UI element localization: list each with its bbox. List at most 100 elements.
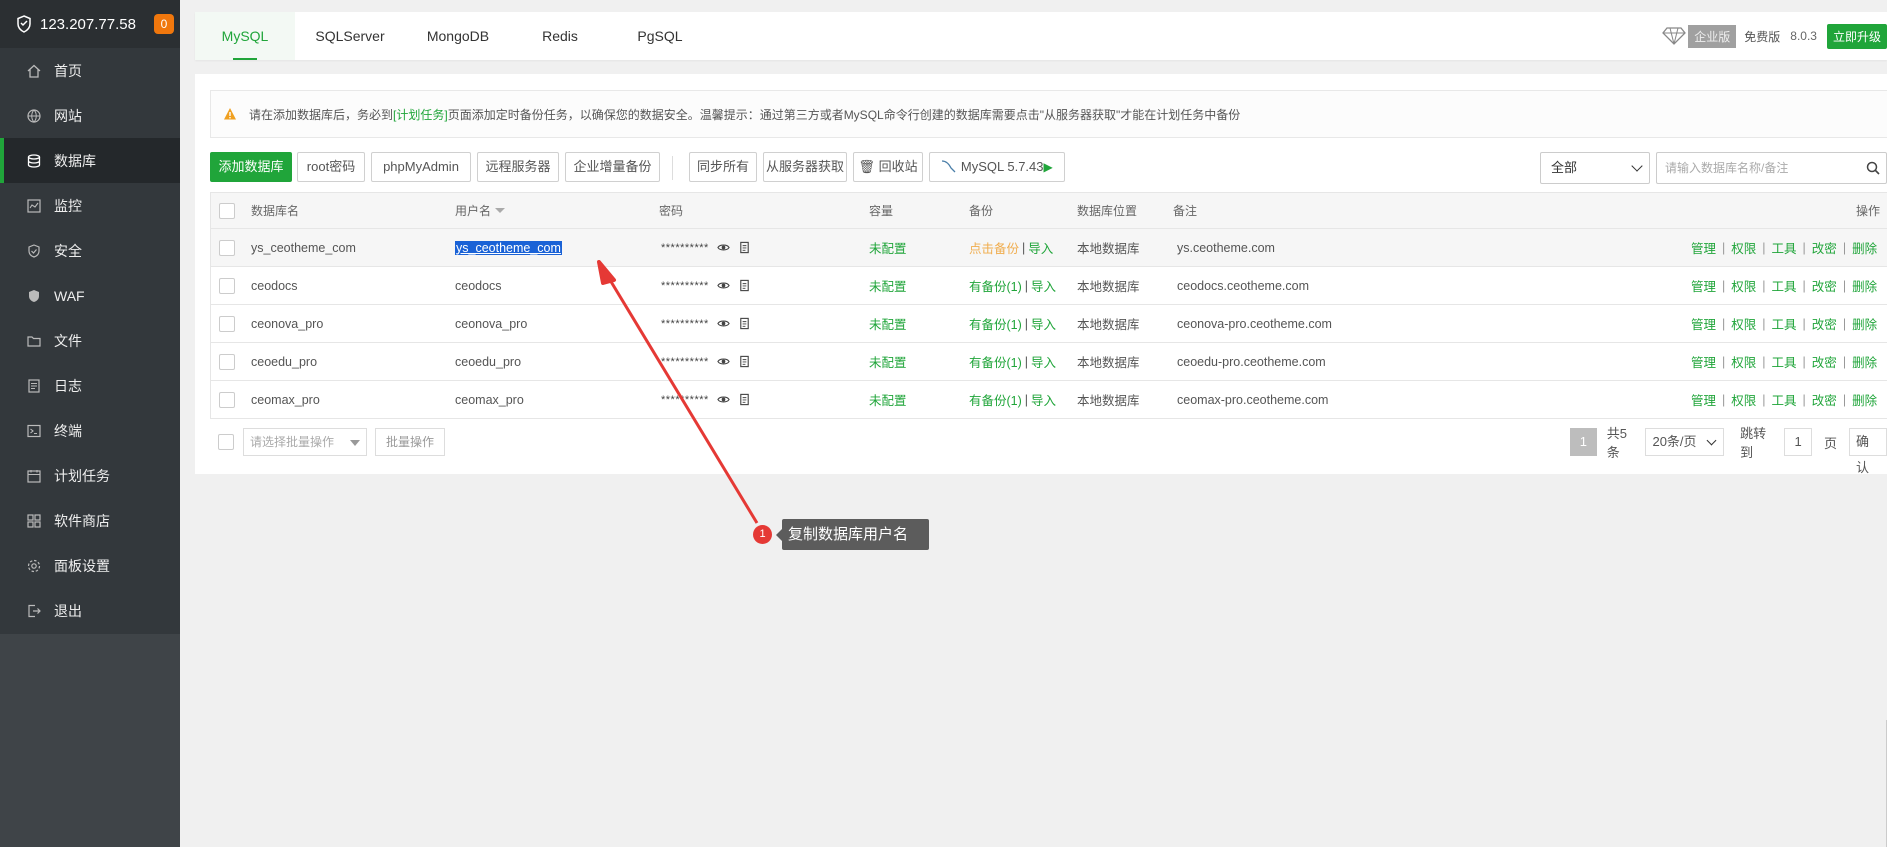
backup-link[interactable]: 有备份(1) bbox=[969, 276, 1022, 295]
page-number-current[interactable]: 1 bbox=[1570, 428, 1597, 456]
op-link-1[interactable]: 权限 bbox=[1731, 238, 1756, 257]
backup-link[interactable]: 有备份(1) bbox=[969, 390, 1022, 409]
db-name[interactable]: ceoedu_pro bbox=[251, 343, 317, 380]
op-link-2[interactable]: 工具 bbox=[1772, 314, 1797, 333]
import-link[interactable]: 导入 bbox=[1031, 276, 1056, 295]
db-remark[interactable]: ceodocs.ceotheme.com bbox=[1177, 267, 1309, 304]
op-link-2[interactable]: 工具 bbox=[1772, 276, 1797, 295]
import-link[interactable]: 导入 bbox=[1028, 238, 1053, 257]
import-link[interactable]: 导入 bbox=[1031, 352, 1056, 371]
sidebar-item-10[interactable]: 软件商店 bbox=[0, 498, 180, 543]
copy-icon[interactable] bbox=[738, 393, 751, 406]
op-link-3[interactable]: 改密 bbox=[1812, 390, 1837, 409]
op-link-1[interactable]: 权限 bbox=[1731, 352, 1756, 371]
phpmyadmin-button[interactable]: phpMyAdmin bbox=[371, 152, 471, 182]
db-name[interactable]: ceonova_pro bbox=[251, 305, 323, 342]
backup-link[interactable]: 点击备份 bbox=[969, 238, 1019, 257]
db-remark[interactable]: ceomax-pro.ceotheme.com bbox=[1177, 381, 1328, 418]
op-link-4[interactable]: 删除 bbox=[1852, 390, 1877, 409]
sidebar-item-5[interactable]: WAF bbox=[0, 273, 180, 318]
op-link-2[interactable]: 工具 bbox=[1772, 238, 1797, 257]
username-text[interactable]: ys_ceotheme_com bbox=[455, 240, 562, 255]
header-username[interactable]: 用户名 bbox=[455, 193, 506, 228]
sidebar-item-6[interactable]: 文件 bbox=[0, 318, 180, 363]
op-link-0[interactable]: 管理 bbox=[1691, 390, 1716, 409]
notification-badge[interactable]: 0 bbox=[154, 14, 174, 34]
sidebar-item-2[interactable]: 数据库 bbox=[0, 138, 180, 183]
confirm-jump-button[interactable]: 确认 bbox=[1849, 428, 1887, 475]
eye-icon[interactable] bbox=[717, 279, 730, 292]
op-link-4[interactable]: 删除 bbox=[1852, 352, 1877, 371]
op-link-1[interactable]: 权限 bbox=[1731, 314, 1756, 333]
row-checkbox[interactable] bbox=[219, 277, 235, 294]
op-link-3[interactable]: 改密 bbox=[1812, 238, 1837, 257]
import-link[interactable]: 导入 bbox=[1031, 390, 1056, 409]
capacity-status[interactable]: 未配置 bbox=[869, 267, 907, 304]
op-link-4[interactable]: 删除 bbox=[1852, 238, 1877, 257]
username-text[interactable]: ceodocs bbox=[455, 279, 502, 293]
op-link-0[interactable]: 管理 bbox=[1691, 238, 1716, 257]
capacity-status[interactable]: 未配置 bbox=[869, 305, 907, 342]
op-link-0[interactable]: 管理 bbox=[1691, 314, 1716, 333]
row-checkbox[interactable] bbox=[219, 353, 235, 370]
eye-icon[interactable] bbox=[717, 241, 730, 254]
eye-icon[interactable] bbox=[717, 355, 730, 368]
sidebar-item-7[interactable]: 日志 bbox=[0, 363, 180, 408]
op-link-4[interactable]: 删除 bbox=[1852, 276, 1877, 295]
sidebar-item-4[interactable]: 安全 bbox=[0, 228, 180, 273]
db-remark[interactable]: ys.ceotheme.com bbox=[1177, 229, 1275, 266]
tab-mysql[interactable]: MySQL bbox=[195, 12, 295, 60]
op-link-3[interactable]: 改密 bbox=[1812, 314, 1837, 333]
sidebar-item-8[interactable]: 终端 bbox=[0, 408, 180, 453]
search-icon[interactable] bbox=[1866, 161, 1880, 175]
select-all-checkbox[interactable] bbox=[219, 202, 235, 219]
footer-select-all-checkbox[interactable] bbox=[218, 434, 234, 450]
username-text[interactable]: ceonova_pro bbox=[455, 317, 527, 331]
sidebar-item-0[interactable]: 首页 bbox=[0, 48, 180, 93]
batch-operation-select[interactable]: 请选择批量操作 bbox=[243, 428, 367, 456]
row-checkbox[interactable] bbox=[219, 315, 235, 332]
sidebar-item-3[interactable]: 监控 bbox=[0, 183, 180, 228]
capacity-status[interactable]: 未配置 bbox=[869, 343, 907, 380]
tab-redis[interactable]: Redis bbox=[525, 12, 595, 60]
import-link[interactable]: 导入 bbox=[1031, 314, 1056, 333]
copy-icon[interactable] bbox=[738, 241, 751, 254]
recycle-bin-button[interactable]: 🗑 回收站 bbox=[853, 152, 923, 182]
row-checkbox[interactable] bbox=[219, 391, 235, 408]
eye-icon[interactable] bbox=[717, 317, 730, 330]
mysql-version-button[interactable]: MySQL 5.7.43▶ bbox=[929, 152, 1065, 182]
table-row[interactable]: ceodocs ceodocs ********** 未配置 有备份(1) | 导入 本地数据… bbox=[211, 267, 1887, 305]
op-link-0[interactable]: 管理 bbox=[1691, 276, 1716, 295]
table-row[interactable]: ceomax_pro ceomax_pro ********** 未配置 有备份(1) |… bbox=[211, 381, 1887, 419]
op-link-0[interactable]: 管理 bbox=[1691, 352, 1716, 371]
copy-icon[interactable] bbox=[738, 279, 751, 292]
incremental-backup-button[interactable]: 企业增量备份 bbox=[565, 152, 660, 182]
op-link-1[interactable]: 权限 bbox=[1731, 390, 1756, 409]
op-link-2[interactable]: 工具 bbox=[1772, 390, 1797, 409]
enterprise-tag[interactable]: 企业版 bbox=[1688, 24, 1737, 48]
table-row[interactable]: ceoedu_pro ceoedu_pro ********** 未配置 有备份(1) |… bbox=[211, 343, 1887, 381]
capacity-status[interactable]: 未配置 bbox=[869, 229, 907, 266]
add-database-button[interactable]: 添加数据库 bbox=[210, 152, 292, 182]
backup-link[interactable]: 有备份(1) bbox=[969, 314, 1022, 333]
upgrade-button[interactable]: 立即升级 bbox=[1826, 23, 1887, 49]
tab-pgsql[interactable]: PgSQL bbox=[625, 12, 695, 60]
username-text[interactable]: ceomax_pro bbox=[455, 393, 524, 407]
op-link-3[interactable]: 改密 bbox=[1812, 352, 1837, 371]
op-link-3[interactable]: 改密 bbox=[1812, 276, 1837, 295]
capacity-status[interactable]: 未配置 bbox=[869, 381, 907, 418]
sidebar-item-11[interactable]: 面板设置 bbox=[0, 543, 180, 588]
sidebar-item-1[interactable]: 网站 bbox=[0, 93, 180, 138]
batch-operation-button[interactable]: 批量操作 bbox=[375, 428, 445, 456]
page-size-select[interactable]: 20条/页 bbox=[1645, 428, 1725, 456]
row-checkbox[interactable] bbox=[219, 239, 235, 256]
backup-link[interactable]: 有备份(1) bbox=[969, 352, 1022, 371]
db-name[interactable]: ys_ceotheme_com bbox=[251, 229, 356, 266]
op-link-1[interactable]: 权限 bbox=[1731, 276, 1756, 295]
username-text[interactable]: ceoedu_pro bbox=[455, 355, 521, 369]
sidebar-item-9[interactable]: 计划任务 bbox=[0, 453, 180, 498]
remote-server-button[interactable]: 远程服务器 bbox=[477, 152, 559, 182]
tab-sqlserver[interactable]: SQLServer bbox=[300, 12, 400, 60]
op-link-4[interactable]: 删除 bbox=[1852, 314, 1877, 333]
search-input[interactable]: 请输入数据库名称/备注 bbox=[1656, 152, 1887, 184]
